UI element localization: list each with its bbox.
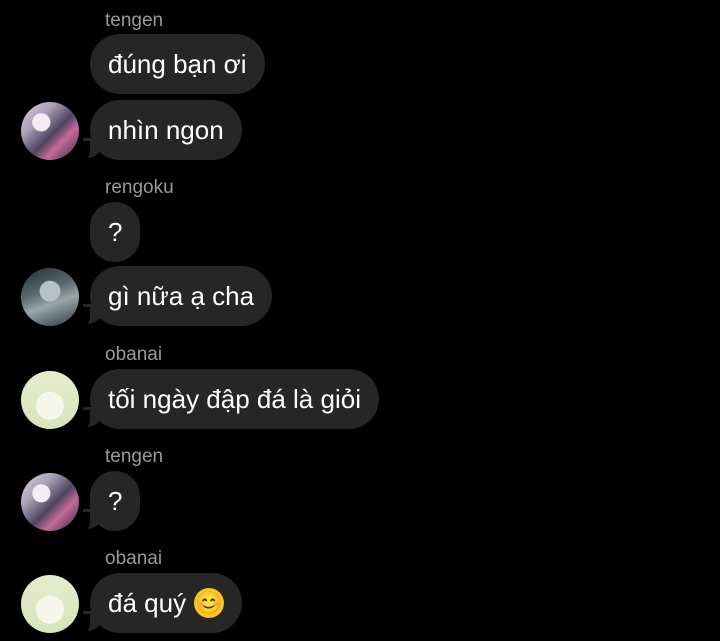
message-text: đá quý	[108, 588, 187, 618]
message-bubble[interactable]: nhìn ngon	[78, 100, 242, 161]
message-bubble[interactable]: ?	[90, 202, 141, 262]
message-bubble[interactable]: ?	[77, 471, 141, 532]
obanai-avatar[interactable]	[21, 371, 79, 429]
tengen-avatar[interactable]	[21, 473, 79, 531]
sender-name: obanai	[105, 548, 163, 569]
rengoku-avatar[interactable]	[21, 268, 79, 326]
sender-name: rengoku	[105, 177, 174, 198]
sender-name: obanai	[105, 344, 163, 365]
sender-name: tengen	[105, 446, 164, 467]
message-bubble[interactable]: đá quý 😊	[77, 573, 243, 634]
obanai-avatar[interactable]	[21, 575, 79, 633]
tengen-avatar[interactable]	[21, 102, 79, 160]
message-bubble[interactable]: gì nữa ạ cha	[77, 266, 273, 327]
message-bubble[interactable]: đúng bạn ơi	[90, 34, 265, 94]
smiling-face-emoji-icon: 😊	[194, 588, 225, 619]
message-bubble[interactable]: tối ngày đập đá là giỏi	[78, 369, 379, 430]
sender-name: tengen	[105, 10, 164, 31]
